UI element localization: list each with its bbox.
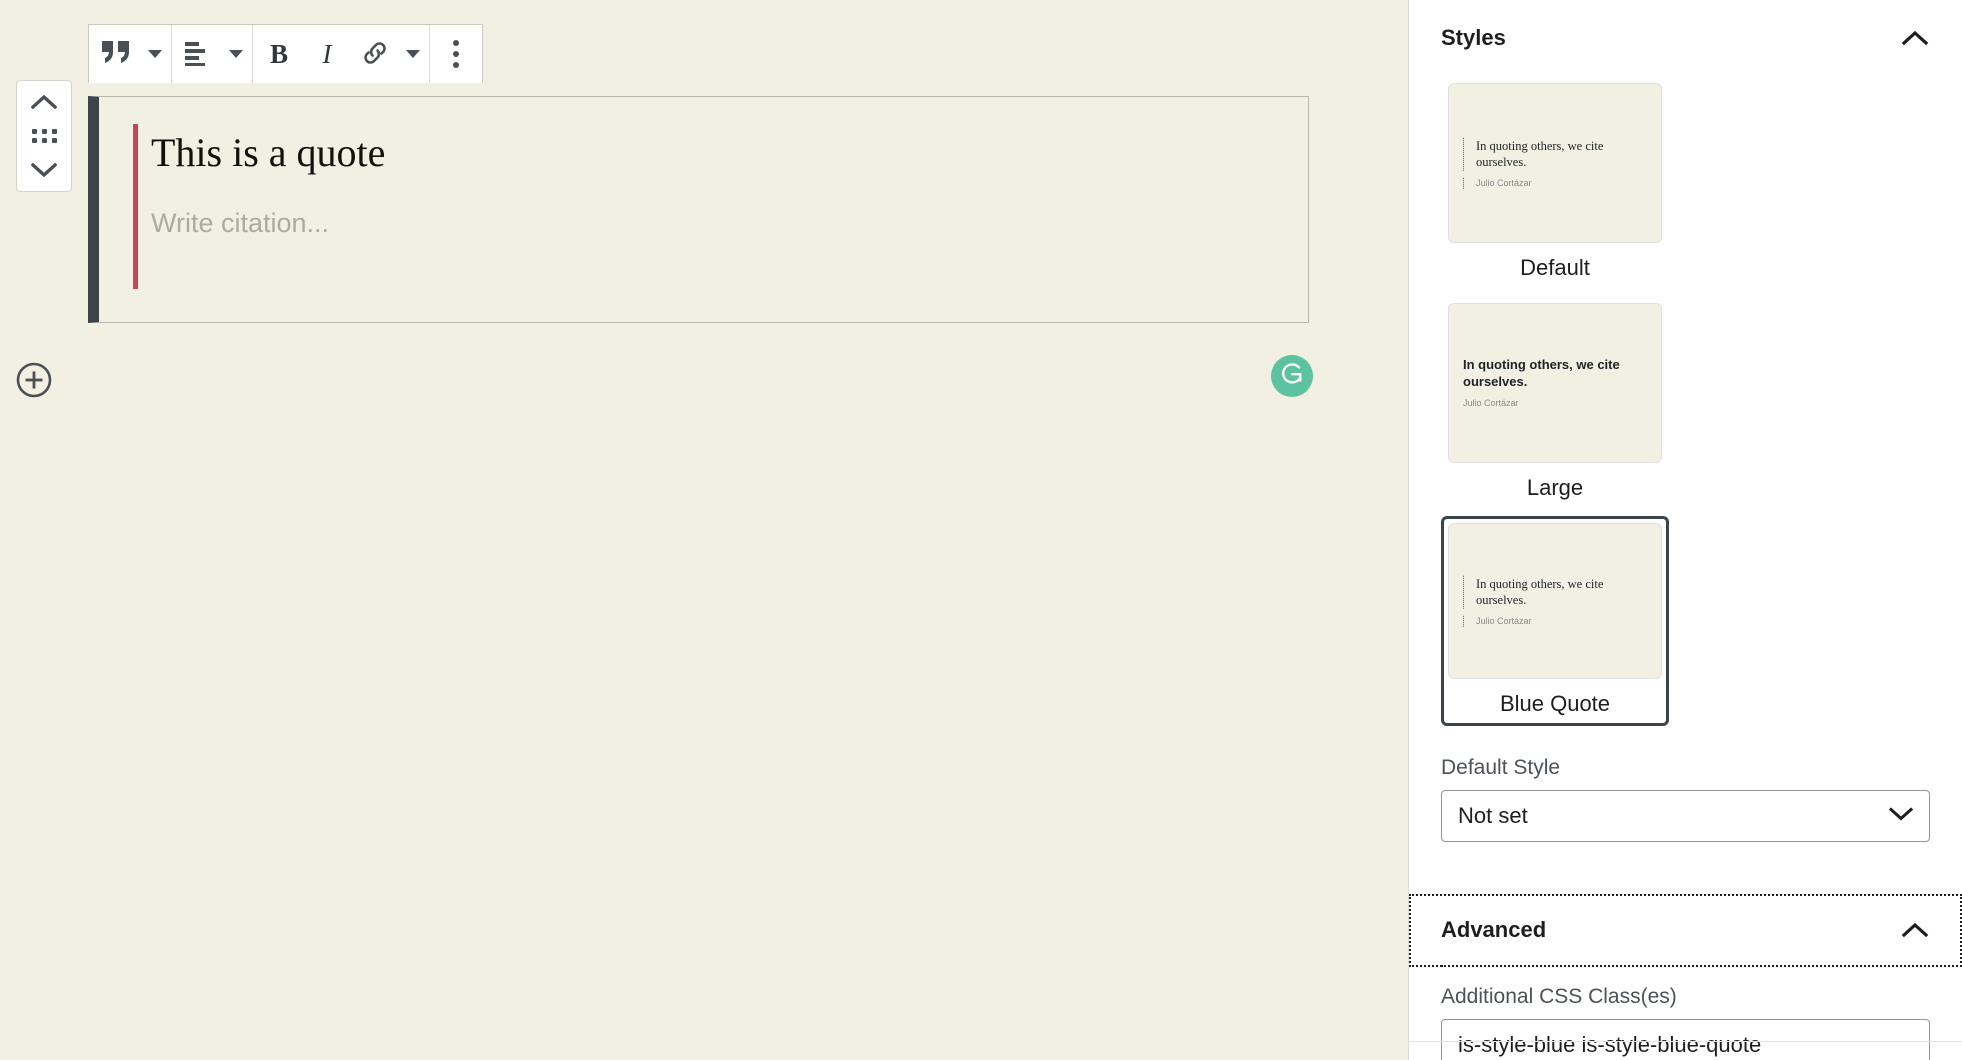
editor-canvas: B I: [0, 0, 1408, 1060]
block-settings-sidebar: Styles In quoting others, we cite oursel…: [1408, 0, 1962, 1060]
block-toolbar: B I: [88, 24, 483, 83]
drag-block-handle[interactable]: [18, 119, 70, 153]
toolbar-group-alignment: [172, 25, 253, 83]
block-options-button[interactable]: [432, 26, 480, 83]
drag-dots-icon: [32, 129, 57, 143]
quote-left-rule: [133, 124, 138, 289]
style-variations-grid: In quoting others, we cite ourselves. Ju…: [1441, 76, 1930, 738]
quote-text[interactable]: This is a quote: [151, 124, 1308, 178]
link-icon: [360, 38, 390, 71]
styles-panel: Styles In quoting others, we cite oursel…: [1409, 0, 1962, 842]
chevron-down-icon: [31, 162, 57, 178]
block-type-dropdown-button[interactable]: [141, 26, 169, 83]
italic-button[interactable]: I: [303, 26, 351, 83]
bold-icon: B: [270, 41, 288, 68]
quote-citation-input[interactable]: Write citation...: [151, 208, 1308, 239]
style-variation-default[interactable]: In quoting others, we cite ourselves. Ju…: [1441, 76, 1669, 290]
additional-css-classes-label: Additional CSS Class(es): [1441, 985, 1930, 1009]
style-variation-label: Large: [1448, 475, 1662, 501]
advanced-panel-title: Advanced: [1441, 917, 1546, 943]
style-variation-large[interactable]: In quoting others, we cite ourselves. Ju…: [1441, 296, 1669, 510]
style-preview-default: In quoting others, we cite ourselves. Ju…: [1448, 83, 1662, 243]
styles-panel-header[interactable]: Styles: [1441, 0, 1930, 76]
style-preview-citation: Julio Cortázar: [1463, 398, 1649, 409]
style-variation-blue-quote[interactable]: In quoting others, we cite ourselves. Ju…: [1441, 516, 1669, 726]
advanced-panel-body: Additional CSS Class(es) Separate multip…: [1409, 985, 1962, 1060]
quote-block-inner: This is a quote Write citation...: [99, 97, 1308, 322]
style-variation-label: Blue Quote: [1448, 691, 1662, 717]
toolbar-group-options: [430, 25, 482, 83]
toolbar-group-formatting: B I: [253, 25, 430, 83]
grammarly-icon: [1278, 360, 1306, 393]
style-preview-body: In quoting others, we cite ourselves. Ju…: [1463, 357, 1649, 409]
bold-button[interactable]: B: [255, 26, 303, 83]
quote-icon: [99, 38, 133, 71]
grammarly-button[interactable]: [1271, 355, 1313, 397]
move-block-up-button[interactable]: [18, 85, 70, 119]
advanced-panel-header-wrap: Advanced: [1409, 895, 1962, 967]
style-preview-blue-quote: In quoting others, we cite ourselves. Ju…: [1448, 523, 1662, 679]
caret-down-icon: [229, 50, 243, 58]
italic-icon: I: [323, 41, 332, 68]
link-button[interactable]: [351, 26, 399, 83]
move-block-down-button[interactable]: [18, 153, 70, 187]
style-preview-citation: Julio Cortázar: [1463, 177, 1649, 188]
quote-block[interactable]: This is a quote Write citation...: [88, 96, 1309, 323]
block-editor-screen: B I: [0, 0, 1962, 1060]
styles-panel-title: Styles: [1441, 25, 1506, 51]
kebab-menu-icon: [453, 40, 459, 68]
align-left-icon: [182, 40, 214, 69]
style-preview-citation: Julio Cortázar: [1463, 615, 1649, 626]
quote-block-type-button[interactable]: [91, 26, 141, 83]
toolbar-group-block-type: [89, 25, 172, 83]
style-preview-quote: In quoting others, we cite ourselves.: [1463, 576, 1649, 609]
additional-css-classes-input[interactable]: [1441, 1019, 1930, 1060]
caret-down-icon: [148, 50, 162, 58]
chevron-up-icon[interactable]: [1900, 23, 1930, 53]
sidebar-bottom-divider: [1409, 1041, 1962, 1042]
default-style-label: Default Style: [1441, 756, 1930, 780]
style-preview-quote: In quoting others, we cite ourselves.: [1463, 138, 1649, 171]
style-preview-large: In quoting others, we cite ourselves. Ju…: [1448, 303, 1662, 463]
add-block-button[interactable]: [14, 360, 54, 400]
alignment-dropdown-button[interactable]: [222, 26, 250, 83]
chevron-down-icon: [1887, 805, 1915, 828]
style-preview-quote: In quoting others, we cite ourselves.: [1463, 357, 1649, 391]
style-preview-body: In quoting others, we cite ourselves. Ju…: [1463, 576, 1649, 627]
align-text-button[interactable]: [174, 26, 222, 83]
default-style-select[interactable]: Not set: [1441, 790, 1930, 842]
caret-down-icon: [406, 50, 420, 58]
more-rich-text-dropdown-button[interactable]: [399, 26, 427, 83]
block-mover-toolbar: [16, 80, 72, 192]
chevron-up-icon[interactable]: [1900, 915, 1930, 945]
style-preview-body: In quoting others, we cite ourselves. Ju…: [1463, 138, 1649, 189]
advanced-panel: Advanced: [1409, 894, 1962, 967]
plus-circle-icon: [14, 387, 54, 404]
default-style-value: Not set: [1458, 803, 1528, 829]
advanced-panel-header[interactable]: Advanced: [1441, 895, 1930, 967]
style-variation-label: Default: [1448, 255, 1662, 281]
chevron-up-icon: [31, 94, 57, 110]
